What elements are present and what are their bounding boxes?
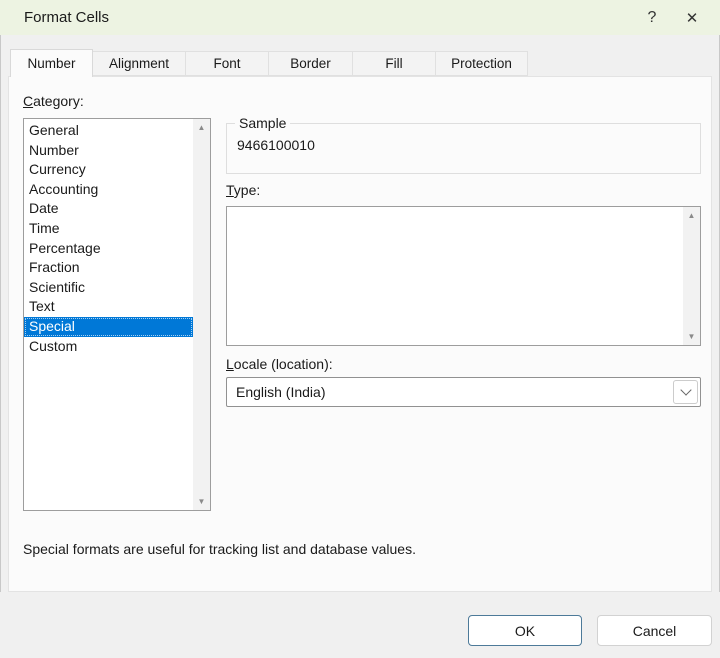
list-item[interactable]: Percentage xyxy=(24,239,193,259)
special-format-description: Special formats are useful for tracking … xyxy=(23,541,416,557)
list-item[interactable]: Number xyxy=(24,141,193,161)
tab-fill[interactable]: Fill xyxy=(352,51,436,76)
number-tab-panel: Category: General Number Currency Accoun… xyxy=(8,76,712,592)
scroll-up-icon[interactable]: ▲ xyxy=(683,207,700,224)
chevron-down-icon xyxy=(680,384,691,395)
sample-groupbox: Sample 9466100010 xyxy=(226,115,701,174)
list-item[interactable]: Scientific xyxy=(24,278,193,298)
tab-number[interactable]: Number xyxy=(10,49,93,77)
list-item[interactable]: Time xyxy=(24,219,193,239)
scroll-up-icon[interactable]: ▲ xyxy=(193,119,210,136)
help-icon[interactable]: ? xyxy=(632,0,672,35)
cancel-button[interactable]: Cancel xyxy=(597,615,712,646)
type-label: Type: xyxy=(226,182,260,198)
scroll-down-icon[interactable]: ▼ xyxy=(193,493,210,510)
locale-label: Locale (location): xyxy=(226,356,333,372)
ok-button[interactable]: OK xyxy=(468,615,582,646)
category-label: Category: xyxy=(23,93,84,109)
tab-strip: Number Alignment Font Border Fill Protec… xyxy=(0,35,720,77)
close-icon[interactable]: ✕ xyxy=(672,0,712,35)
sample-legend: Sample xyxy=(235,115,290,131)
format-cells-dialog: Format Cells ? ✕ Number Alignment Font B… xyxy=(0,0,720,658)
titlebar: Format Cells ? ✕ xyxy=(0,0,720,35)
tab-protection[interactable]: Protection xyxy=(435,51,528,76)
locale-selected-value: English (India) xyxy=(227,384,326,400)
tab-border[interactable]: Border xyxy=(268,51,353,76)
dialog-title: Format Cells xyxy=(24,9,109,26)
category-list-items: General Number Currency Accounting Date … xyxy=(24,121,193,356)
list-item[interactable]: Date xyxy=(24,199,193,219)
scroll-down-icon[interactable]: ▼ xyxy=(683,328,700,345)
category-listbox[interactable]: General Number Currency Accounting Date … xyxy=(23,118,211,511)
list-item[interactable]: Accounting xyxy=(24,180,193,200)
list-item[interactable]: Fraction xyxy=(24,258,193,278)
list-item[interactable]: Currency xyxy=(24,160,193,180)
titlebar-controls: ? ✕ xyxy=(632,0,712,35)
list-item-selected[interactable]: Special xyxy=(24,317,193,337)
type-scrollbar[interactable]: ▲ ▼ xyxy=(683,207,700,345)
tab-alignment[interactable]: Alignment xyxy=(92,51,186,76)
list-item[interactable]: Text xyxy=(24,297,193,317)
tab-font[interactable]: Font xyxy=(185,51,269,76)
category-scrollbar[interactable]: ▲ ▼ xyxy=(193,119,210,510)
type-listbox[interactable]: ▲ ▼ xyxy=(226,206,701,346)
list-item[interactable]: General xyxy=(24,121,193,141)
locale-dropdown-button[interactable] xyxy=(673,380,698,404)
sample-value: 9466100010 xyxy=(227,131,700,153)
list-item[interactable]: Custom xyxy=(24,337,193,357)
dialog-footer: OK Cancel xyxy=(0,592,720,658)
locale-dropdown[interactable]: English (India) xyxy=(226,377,701,407)
